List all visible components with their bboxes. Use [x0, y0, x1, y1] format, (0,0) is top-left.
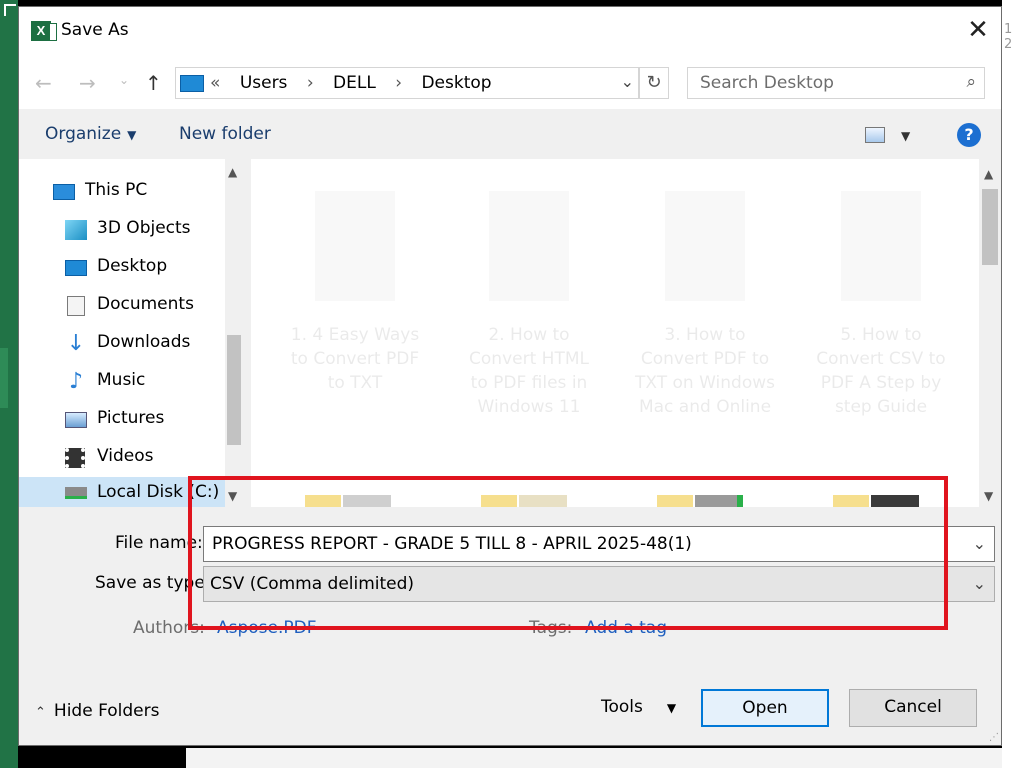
- tools-button[interactable]: Tools ▼: [601, 697, 676, 717]
- background-text-fragment: 1 2: [1004, 22, 1013, 52]
- scroll-up-icon[interactable]: ▲: [228, 165, 237, 179]
- recent-locations-button[interactable]: ⌄: [119, 73, 129, 87]
- caret-down-icon: ▼: [666, 701, 677, 715]
- excel-background-accent: [0, 348, 8, 408]
- file-caption: 5. How to Convert CSV to PDF A Step by s…: [816, 325, 946, 417]
- resize-grip-icon[interactable]: ⋰: [989, 732, 999, 743]
- breadcrumb-dell[interactable]: DELL: [333, 73, 376, 93]
- file-list: 1. 4 Easy Ways to Convert PDF to TXT 2. …: [251, 159, 979, 507]
- file-caption: 2. How to Convert HTML to PDF files in W…: [469, 325, 589, 417]
- file-tile[interactable]: 2. How to Convert HTML to PDF files in W…: [459, 159, 599, 429]
- drive-icon: [65, 487, 87, 499]
- tools-label: Tools: [601, 697, 643, 717]
- sidebar-item-label: 3D Objects: [97, 218, 191, 238]
- background-edge: 1 2: [1002, 0, 1024, 768]
- address-bar[interactable]: « Users › DELL › Desktop ⌄: [175, 67, 639, 99]
- music-note-icon: ♪: [68, 369, 84, 394]
- excel-icon: X: [31, 21, 57, 41]
- command-toolbar: Organize ▼ New folder ▼ ?: [19, 109, 1001, 159]
- sidebar-item-label: Documents: [97, 294, 194, 314]
- scroll-thumb[interactable]: [227, 335, 241, 445]
- search-input[interactable]: Search Desktop ⌕: [687, 67, 985, 99]
- resize-corner-icon: [4, 4, 16, 16]
- change-view-icon[interactable]: [865, 127, 885, 143]
- breadcrumb-separator[interactable]: ›: [395, 73, 402, 93]
- hide-folders-label: Hide Folders: [53, 701, 160, 721]
- window-title: Save As: [61, 20, 129, 40]
- file-list-scrollbar[interactable]: ▲ ▼: [979, 159, 1001, 507]
- desktop-icon: [65, 260, 87, 276]
- sidebar-item-label: Videos: [97, 446, 154, 466]
- help-button[interactable]: ?: [957, 123, 981, 147]
- sidebar-item-label: This PC: [85, 180, 148, 200]
- breadcrumb-users[interactable]: Users: [240, 73, 288, 93]
- chevron-down-icon[interactable]: ⌄: [973, 534, 986, 553]
- search-placeholder: Search Desktop: [700, 73, 834, 93]
- breadcrumb-separator[interactable]: ›: [307, 73, 314, 93]
- breadcrumb-desktop[interactable]: Desktop: [421, 73, 491, 93]
- sidebar-item-downloads[interactable]: ↓ Downloads: [65, 329, 223, 359]
- cube-icon: [65, 220, 87, 240]
- breadcrumb: « Users › DELL › Desktop: [210, 73, 506, 93]
- up-button[interactable]: ↑: [145, 71, 162, 95]
- file-thumbnail: [315, 191, 395, 301]
- download-arrow-icon: ↓: [66, 331, 86, 356]
- sidebar-item-label: Desktop: [97, 256, 168, 276]
- file-tile[interactable]: 1. 4 Easy Ways to Convert PDF to TXT: [285, 159, 425, 429]
- organize-button[interactable]: Organize ▼: [45, 124, 136, 144]
- sidebar-item-this-pc[interactable]: This PC: [53, 177, 223, 207]
- file-thumbnail: [489, 191, 569, 301]
- hide-folders-button[interactable]: ⌃ Hide Folders: [35, 701, 159, 721]
- address-dropdown-icon[interactable]: ⌄: [621, 72, 634, 91]
- organize-label: Organize: [45, 124, 122, 144]
- file-caption: 3. How to Convert PDF to TXT on Windows …: [635, 325, 775, 417]
- sidebar-item-videos[interactable]: Videos: [65, 443, 223, 473]
- picture-icon: [65, 412, 87, 428]
- chevron-up-icon: ⌃: [35, 705, 46, 720]
- document-icon: [67, 296, 85, 316]
- sidebar-item-desktop[interactable]: Desktop: [65, 253, 223, 283]
- sidebar-item-music[interactable]: ♪ Music: [65, 367, 223, 397]
- computer-icon: [53, 184, 75, 200]
- save-as-dialog: X Save As ✕ ← → ⌄ ↑ « Users › DELL › Des…: [18, 6, 1002, 746]
- sidebar-item-label: Pictures: [97, 408, 165, 428]
- search-icon: ⌕: [966, 72, 976, 92]
- sidebar-item-pictures[interactable]: Pictures: [65, 405, 223, 435]
- sidebar-item-label: Downloads: [97, 332, 191, 352]
- computer-icon: [180, 75, 204, 92]
- annotation-highlight-box: [188, 476, 948, 630]
- back-button[interactable]: ←: [35, 71, 52, 95]
- chevron-down-icon[interactable]: ⌄: [973, 574, 986, 593]
- scroll-up-icon[interactable]: ▲: [984, 167, 993, 181]
- open-button[interactable]: Open: [701, 689, 829, 727]
- caret-down-icon: ▼: [127, 128, 137, 142]
- file-thumbnail: [841, 191, 921, 301]
- file-tile[interactable]: 3. How to Convert PDF to TXT on Windows …: [635, 159, 775, 429]
- cancel-button[interactable]: Cancel: [849, 689, 977, 727]
- sidebar-item-documents[interactable]: Documents: [65, 291, 223, 321]
- forward-button[interactable]: →: [79, 71, 96, 95]
- film-icon: [65, 448, 85, 468]
- new-folder-button[interactable]: New folder: [179, 124, 271, 144]
- sidebar-item-label: Music: [97, 370, 146, 390]
- navigation-bar: ← → ⌄ ↑ « Users › DELL › Desktop ⌄ ↻ Sea…: [19, 55, 1001, 109]
- title-bar: X Save As ✕: [19, 7, 1001, 55]
- overflow-chevron[interactable]: «: [210, 73, 220, 93]
- file-tile[interactable]: 5. How to Convert CSV to PDF A Step by s…: [811, 159, 951, 429]
- view-options-caret-icon[interactable]: ▼: [901, 129, 910, 143]
- file-thumbnail: [665, 191, 745, 301]
- scroll-thumb[interactable]: [982, 189, 998, 265]
- folder-tree-scrollbar[interactable]: ▲ ▼: [225, 159, 243, 507]
- background-strip: [186, 748, 1002, 768]
- scroll-down-icon[interactable]: ▼: [984, 489, 993, 503]
- close-button[interactable]: ✕: [965, 17, 991, 43]
- folder-tree: This PC 3D Objects Desktop Documents ↓ D…: [19, 159, 225, 507]
- refresh-button[interactable]: ↻: [639, 67, 669, 99]
- sidebar-item-3d-objects[interactable]: 3D Objects: [65, 215, 223, 245]
- file-caption: 1. 4 Easy Ways to Convert PDF to TXT: [290, 325, 420, 393]
